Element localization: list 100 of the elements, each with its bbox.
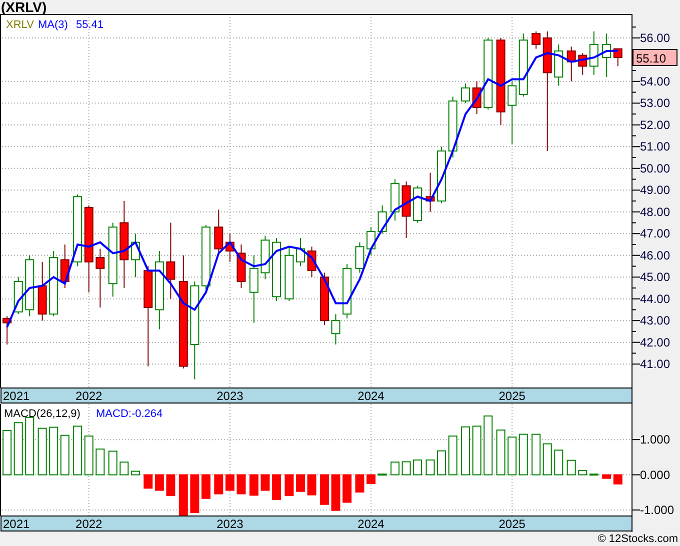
histogram-bar (120, 462, 129, 476)
histogram-bar (613, 474, 622, 484)
histogram-bar (249, 474, 258, 496)
price-axis-label: 48.00 (640, 204, 670, 219)
histogram-bar (96, 448, 105, 476)
candlestick (461, 83, 470, 104)
histogram-bar (366, 474, 376, 484)
candlestick (378, 204, 387, 234)
histogram-bar (355, 474, 364, 493)
histogram-bar (402, 461, 411, 476)
price-axis-label: 44.00 (640, 292, 670, 306)
price-axis-label: 42.00 (640, 335, 670, 350)
candlestick (578, 52, 588, 76)
histogram-bar (73, 426, 82, 476)
price-axis-label: 54.00 (640, 74, 670, 88)
price-axis-label: 52.00 (640, 118, 670, 132)
candlestick (518, 33, 528, 98)
histogram-bar (201, 474, 210, 499)
price-axis-label: 53.00 (640, 96, 670, 110)
histogram-bar (390, 462, 400, 476)
price-axis-label: 43.00 (640, 314, 670, 328)
year-label: 2025 (498, 517, 526, 531)
ma-reading: 55.41 (76, 19, 104, 31)
year-label: 2024 (358, 389, 384, 403)
price-axis-label: 56.00 (640, 30, 670, 45)
candlestick (508, 80, 517, 145)
indicator-label: MACD(26,12,9) (4, 408, 80, 420)
macd-axis-label: 0.000 (640, 468, 670, 482)
symbol-label: XRLV (6, 19, 34, 31)
candlestick (225, 233, 234, 262)
histogram-bar (461, 426, 470, 476)
year-label: 2023 (216, 517, 244, 531)
histogram-bar (378, 474, 387, 476)
year-label: 2021 (3, 389, 30, 403)
histogram-bar (602, 474, 612, 479)
candlestick (96, 248, 105, 308)
histogram-bar (508, 436, 517, 476)
candlestick (437, 146, 446, 204)
price-axis-label: 46.00 (640, 248, 670, 262)
histogram-bar (484, 415, 493, 476)
histogram-bar (578, 470, 588, 476)
histogram-bar (154, 474, 164, 491)
histogram-bar (518, 434, 528, 476)
price-axis-label: 50.00 (640, 161, 670, 176)
candlestick (249, 254, 258, 324)
histogram-bar (14, 422, 23, 476)
histogram-bar (166, 474, 176, 496)
histogram-bar (60, 434, 70, 476)
candlestick (272, 237, 281, 302)
histogram-bar (342, 474, 352, 503)
candlestick (613, 48, 622, 67)
histogram-bar (331, 474, 340, 511)
histogram-bar (566, 460, 576, 476)
histogram-bar (413, 460, 422, 476)
candlestick (390, 178, 400, 222)
candlestick (366, 226, 376, 256)
year-label: 2025 (498, 389, 526, 403)
copyright-text: © 12Stocks.com (598, 532, 678, 546)
histogram-bar (589, 474, 598, 476)
histogram-bar (272, 474, 281, 500)
candlestick (25, 254, 34, 317)
candlestick (402, 180, 411, 238)
candlestick (448, 96, 458, 158)
candlestick (320, 272, 329, 326)
candlestick (130, 233, 140, 278)
year-label: 2022 (76, 517, 102, 531)
candlestick (2, 316, 12, 345)
candlestick (589, 30, 598, 76)
histogram-bar (214, 474, 224, 494)
candlestick (49, 250, 58, 317)
chart-title: (XRLV) (0, 0, 48, 14)
histogram-bar (542, 443, 552, 476)
year-label: 2023 (216, 389, 244, 403)
histogram-bar (554, 450, 564, 476)
candlestick (60, 244, 70, 288)
price-axis-label: 45.00 (640, 270, 670, 284)
macd-reading: MACD:-0.264 (96, 408, 163, 420)
candlestick (426, 172, 435, 212)
last-price-tag: 55.10 (632, 49, 678, 66)
histogram-bar (225, 474, 234, 491)
histogram-bar (38, 428, 47, 476)
candlestick (413, 185, 422, 224)
candlestick (38, 261, 47, 322)
year-label: 2024 (358, 517, 384, 531)
year-label: 2021 (3, 517, 30, 531)
candlestick (331, 314, 340, 345)
histogram-bar (496, 430, 506, 476)
histogram-bar (49, 426, 58, 476)
histogram-bar (236, 474, 246, 494)
candlestick (296, 237, 305, 267)
histogram-bar (437, 450, 446, 476)
histogram-bar (426, 460, 435, 476)
candlestick (307, 246, 316, 278)
histogram-bar (108, 450, 118, 476)
histogram-bar (307, 474, 316, 496)
price-axis-label: 49.00 (640, 183, 670, 198)
histogram-bar (190, 474, 200, 513)
histogram-bar (84, 436, 94, 476)
candlestick (554, 44, 564, 86)
histogram-bar (296, 474, 305, 492)
